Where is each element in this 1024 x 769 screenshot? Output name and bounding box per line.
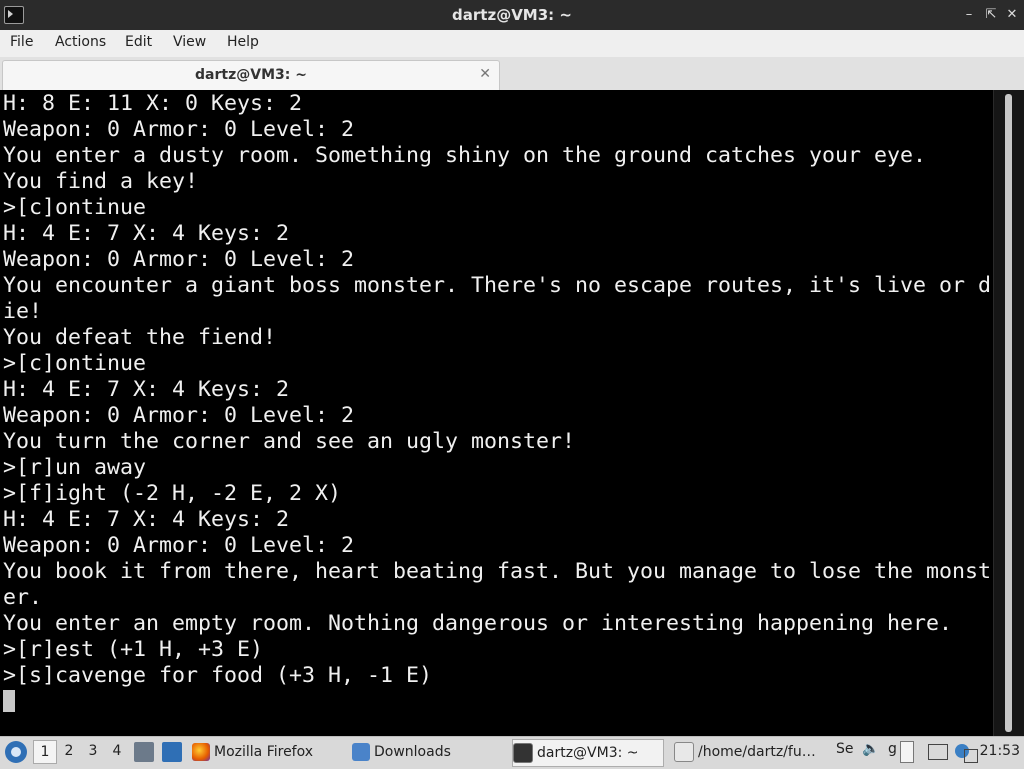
task-label: Downloads: [374, 744, 451, 760]
tray-partial-se[interactable]: Se: [836, 741, 854, 763]
terminal-icon: [513, 743, 533, 763]
menu-edit[interactable]: Edit: [125, 34, 152, 50]
scrollbar-thumb[interactable]: [1005, 94, 1012, 732]
task-text-editor[interactable]: /home/dartz/fu…: [674, 739, 830, 765]
terminal-line: er.: [3, 585, 43, 610]
terminal-line: You enter an empty room. Nothing dangero…: [3, 611, 953, 636]
menu-view[interactable]: View: [173, 34, 206, 50]
task-terminal[interactable]: dartz@VM3: ~: [512, 739, 664, 767]
workspace-1[interactable]: 1: [33, 740, 57, 764]
terminal-cursor: [3, 690, 15, 712]
volume-icon[interactable]: 🔈: [862, 741, 879, 763]
terminal-line: H: 8 E: 11 X: 0 Keys: 2: [3, 91, 303, 116]
show-desktop-icon[interactable]: [162, 742, 182, 762]
workspace-2[interactable]: 2: [58, 743, 80, 759]
terminal-line: H: 4 E: 7 X: 4 Keys: 2: [3, 221, 290, 246]
clock[interactable]: 21:53: [980, 743, 1020, 759]
tab-label: dartz@VM3: ~: [195, 67, 307, 83]
battery-icon[interactable]: [900, 741, 914, 763]
terminal-line: >[c]ontinue: [3, 195, 147, 220]
tab-bar: dartz@VM3: ~ ✕: [0, 57, 1024, 91]
terminal-line: H: 4 E: 7 X: 4 Keys: 2: [3, 507, 290, 532]
task-label: /home/dartz/fu…: [698, 744, 816, 760]
terminal-line: You encounter a giant boss monster. Ther…: [3, 273, 992, 298]
firefox-icon: [192, 743, 210, 761]
terminal-line: Weapon: 0 Armor: 0 Level: 2: [3, 533, 355, 558]
terminal-line: You book it from there, heart beating fa…: [3, 559, 992, 584]
file-manager-launcher-icon[interactable]: [134, 742, 154, 762]
minimize-icon[interactable]: –: [960, 6, 978, 24]
menu-file[interactable]: File: [10, 34, 33, 50]
terminal-line: >[s]cavenge for food (+3 H, -1 E): [3, 663, 433, 688]
terminal-line: >[r]un away: [3, 455, 147, 480]
task-firefox[interactable]: Mozilla Firefox: [192, 739, 342, 765]
terminal-line: ie!: [3, 299, 43, 324]
tab-terminal[interactable]: dartz@VM3: ~ ✕: [2, 60, 500, 90]
network-icon[interactable]: [964, 749, 978, 763]
terminal-line: You find a key!: [3, 169, 199, 194]
task-label: Mozilla Firefox: [214, 744, 314, 760]
text-editor-icon: [674, 742, 694, 762]
terminal-line: Weapon: 0 Armor: 0 Level: 2: [3, 117, 355, 142]
menu-help[interactable]: Help: [227, 34, 259, 50]
task-label: dartz@VM3: ~: [537, 745, 639, 761]
terminal-line: Weapon: 0 Armor: 0 Level: 2: [3, 247, 355, 272]
workspace-3[interactable]: 3: [82, 743, 104, 759]
terminal-line: >[r]est (+1 H, +3 E): [3, 637, 264, 662]
terminal-area[interactable]: H: 8 E: 11 X: 0 Keys: 2 Weapon: 0 Armor:…: [0, 90, 1024, 736]
window-titlebar[interactable]: dartz@VM3: ~ – ⇱ ✕: [0, 0, 1024, 30]
tray-partial-g[interactable]: g: [888, 741, 897, 763]
terminal-output: H: 8 E: 11 X: 0 Keys: 2 Weapon: 0 Armor:…: [3, 91, 991, 689]
taskbar: 1 2 3 4 Mozilla Firefox Downloads dartz@…: [0, 736, 1024, 769]
workspace-4[interactable]: 4: [106, 743, 128, 759]
folder-icon: [352, 743, 370, 761]
window-title: dartz@VM3: ~: [452, 6, 572, 24]
maximize-icon[interactable]: ⇱: [982, 6, 1000, 24]
terminal-line: You defeat the fiend!: [3, 325, 277, 350]
menu-actions[interactable]: Actions: [55, 34, 106, 50]
menu-bar: File Actions Edit View Help: [0, 30, 1024, 58]
display-icon[interactable]: [928, 744, 948, 760]
terminal-line: >[f]ight (-2 H, -2 E, 2 X): [3, 481, 342, 506]
terminal-line: You enter a dusty room. Something shiny …: [3, 143, 927, 168]
start-menu-icon[interactable]: [5, 741, 27, 763]
task-downloads[interactable]: Downloads: [352, 739, 502, 765]
terminal-line: H: 4 E: 7 X: 4 Keys: 2: [3, 377, 290, 402]
terminal-line: Weapon: 0 Armor: 0 Level: 2: [3, 403, 355, 428]
terminal-line: You turn the corner and see an ugly mons…: [3, 429, 576, 454]
terminal-line: >[c]ontinue: [3, 351, 147, 376]
tab-close-icon[interactable]: ✕: [479, 66, 491, 82]
terminal-scrollbar[interactable]: [993, 90, 1024, 736]
close-icon[interactable]: ✕: [1003, 6, 1021, 24]
